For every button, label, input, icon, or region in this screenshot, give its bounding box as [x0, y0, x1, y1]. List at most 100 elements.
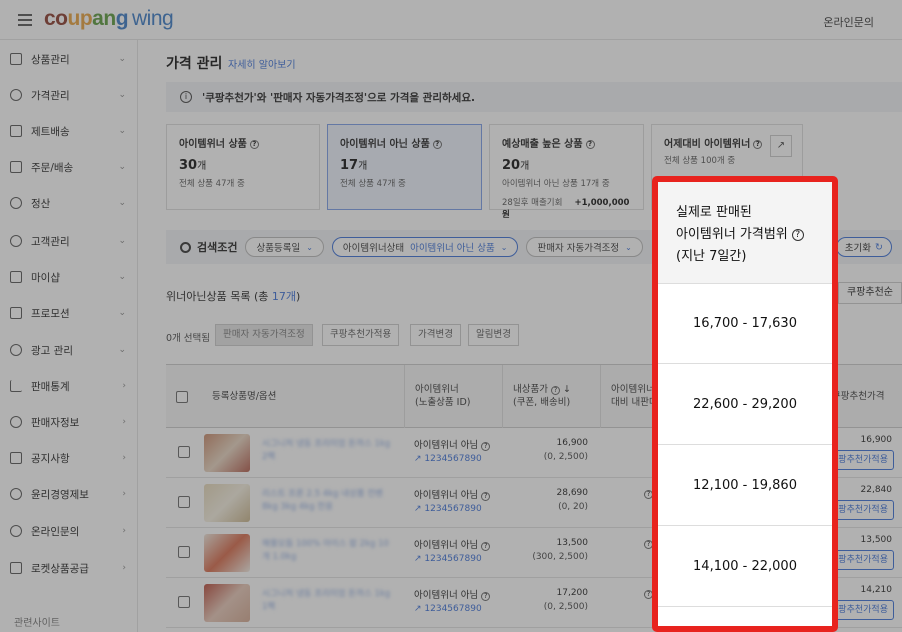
trend-chart-icon[interactable]: ↗ [770, 135, 792, 157]
ad-icon [10, 344, 22, 356]
winner-status: 아이템위너 아님 [414, 490, 479, 501]
chevron-down-icon: ⌄ [500, 242, 508, 252]
menu-icon[interactable] [18, 14, 32, 26]
sidebar-item-rocket-supply[interactable]: 로켓상품공급 › [0, 556, 138, 580]
help-icon[interactable]: ? [249, 140, 259, 149]
recommended-price: 22,840 [860, 485, 893, 495]
select-all-checkbox[interactable] [176, 391, 188, 403]
apply-recommended-button[interactable]: 쿠팡추천가적용 [322, 324, 400, 346]
card-unit: 개 [520, 161, 530, 172]
card-sub: 아이템위너 아닌 상품 17개 중 [502, 179, 610, 189]
sidebar-item-seller-info[interactable]: 판매자정보 › [0, 410, 138, 434]
learn-more-link[interactable]: 자세히 알아보기 [228, 56, 296, 71]
winner-status: 아이템위너 아님 [414, 540, 479, 551]
won-icon [10, 197, 22, 209]
help-icon[interactable]: ? [585, 140, 595, 149]
filter-chip-winner-status[interactable]: 아이템위너상태 아이템위너 아닌 상품 ⌄ [331, 237, 519, 257]
coupon-shipping: (0, 2,500) [543, 601, 588, 612]
sort-dropdown[interactable]: 쿠팡추천순 [838, 282, 902, 304]
chevron-down-icon: ⌄ [118, 308, 126, 318]
bar-chart-icon [10, 380, 22, 392]
chevron-down-icon: ⌄ [118, 236, 126, 246]
card-title: 아이템위너 상품 [179, 139, 247, 150]
product-name[interactable]: 시그니처 냉동 프리미엄 돈까스 1kg 2팩 [262, 438, 392, 464]
chevron-down-icon: ⌄ [118, 198, 126, 208]
product-thumbnail[interactable] [204, 534, 250, 572]
card-sub: 전체 상품 47개 중 [340, 179, 406, 189]
info-icon: i [180, 91, 192, 103]
product-id-link[interactable]: ↗ 1234567890 [414, 604, 482, 614]
col-product: 등록상품명/옵션 [212, 390, 277, 402]
card-title: 어제대비 아이템위너 [664, 139, 751, 150]
sidebar-item-myshop[interactable]: 마이샵 ⌄ [0, 265, 138, 289]
price-range-cell: 12,100 - 19,860 [658, 446, 832, 526]
filter-chip-registration-date[interactable]: 상품등록일 ⌄ [245, 237, 324, 257]
winner-status: 아이템위너 아님 [414, 440, 479, 451]
sidebar-item-order[interactable]: 주문/배송 ⌄ [0, 155, 138, 179]
recommended-price: 14,210 [860, 585, 893, 595]
product-id-link[interactable]: ↗ 1234567890 [414, 504, 482, 514]
product-thumbnail[interactable] [204, 434, 250, 472]
card-high-revenue[interactable]: 예상매출 높은 상품? 20개 아이템위너 아닌 상품 17개 중 28일후 매… [489, 124, 644, 220]
chevron-down-icon: ⌄ [118, 90, 126, 100]
help-icon[interactable]: ? [791, 229, 804, 241]
coupon-shipping: (0, 20) [558, 501, 588, 512]
card-not-winner[interactable]: 아이템위너 아닌 상품? 17개 전체 상품 47개 중 [327, 124, 482, 210]
product-thumbnail[interactable] [204, 584, 250, 622]
filter-chip-auto-pricing[interactable]: 판매자 자동가격조정 ⌄ [526, 237, 643, 257]
help-icon[interactable]: ? [432, 140, 442, 149]
card-value: 20 [502, 158, 521, 173]
chevron-down-icon: ⌄ [118, 345, 126, 355]
sidebar-item-ethics[interactable]: 윤리경영제보 › [0, 482, 138, 506]
recommended-price: 16,900 [860, 435, 893, 445]
help-icon[interactable]: ? [753, 140, 763, 149]
cart-icon [10, 562, 22, 574]
promotion-icon [10, 307, 22, 319]
card-sub: 전체 상품 47개 중 [179, 179, 245, 189]
my-price: 13,500 [556, 538, 589, 548]
box-icon [10, 53, 22, 65]
row-checkbox[interactable] [178, 496, 190, 508]
chevron-down-icon: ⌄ [118, 162, 126, 172]
card-item-winner[interactable]: 아이템위너 상품? 30개 전체 상품 47개 중 [166, 124, 320, 210]
chevron-right-icon: › [122, 489, 126, 499]
auto-pricing-button[interactable]: 판매자 자동가격조정 [215, 324, 313, 346]
sidebar-item-jet[interactable]: 제트배송 ⌄ [0, 119, 138, 143]
sidebar-item-stats[interactable]: 판매통계 › [0, 374, 138, 398]
sidebar-item-promotion[interactable]: 프로모션 ⌄ [0, 301, 138, 325]
price-range-cell: 22,600 - 29,200 [658, 365, 832, 445]
product-name[interactable]: 리스트 프론 2.5 4kg 내상품 컨벤 8kg 3kg 4kg 전용 [262, 488, 392, 514]
reset-button[interactable]: 초기화 ↻ [835, 237, 892, 257]
megaphone-icon [10, 452, 22, 464]
chevron-down-icon: ⌄ [625, 242, 632, 252]
product-id-link[interactable]: ↗ 1234567890 [414, 454, 482, 464]
product-id-link[interactable]: ↗ 1234567890 [414, 554, 482, 564]
sidebar-item-inquiry[interactable]: 온라인문의 › [0, 519, 138, 543]
row-checkbox[interactable] [178, 446, 190, 458]
page-title: 가격 관리 [166, 56, 223, 72]
help-icon: ? [481, 542, 491, 551]
rocket-icon [10, 125, 22, 137]
sidebar-item-ads[interactable]: 광고 관리 ⌄ [0, 338, 138, 362]
price-range-title-line: 아이템위너 가격범위 [676, 227, 788, 242]
product-name[interactable]: 시그니처 냉동 프리미엄 돈까스 1kg 1팩 [262, 588, 392, 614]
sidebar-item-notice[interactable]: 공지사항 › [0, 446, 138, 470]
product-thumbnail[interactable] [204, 484, 250, 522]
change-price-button[interactable]: 가격변경 [410, 324, 461, 346]
change-alert-button[interactable]: 알림변경 [468, 324, 519, 346]
online-inquiry-link[interactable]: 온라인문의 [823, 14, 874, 30]
row-checkbox[interactable] [178, 546, 190, 558]
help-icon: ? [481, 442, 491, 451]
sidebar-item-price[interactable]: 가격관리 ⌄ [0, 83, 138, 107]
sidebar-item-settlement[interactable]: 정산 ⌄ [0, 191, 138, 215]
chevron-down-icon: ⌄ [118, 54, 126, 64]
card-title: 아이템위너 아닌 상품 [340, 139, 430, 150]
related-sites-label: 관련사이트 [14, 618, 60, 629]
product-name[interactable]: 해물모듬 100% 아이스 팝 2kg 10개 1.0kg [262, 538, 392, 564]
my-price: 16,900 [556, 438, 589, 448]
coupang-wing-logo[interactable]: coupang wing [44, 7, 174, 31]
row-checkbox[interactable] [178, 596, 190, 608]
col-winner: 아이템위너 [415, 384, 459, 396]
sidebar-item-product[interactable]: 상품관리 ⌄ [0, 47, 138, 71]
sidebar-item-customer[interactable]: 고객관리 ⌄ [0, 229, 138, 253]
